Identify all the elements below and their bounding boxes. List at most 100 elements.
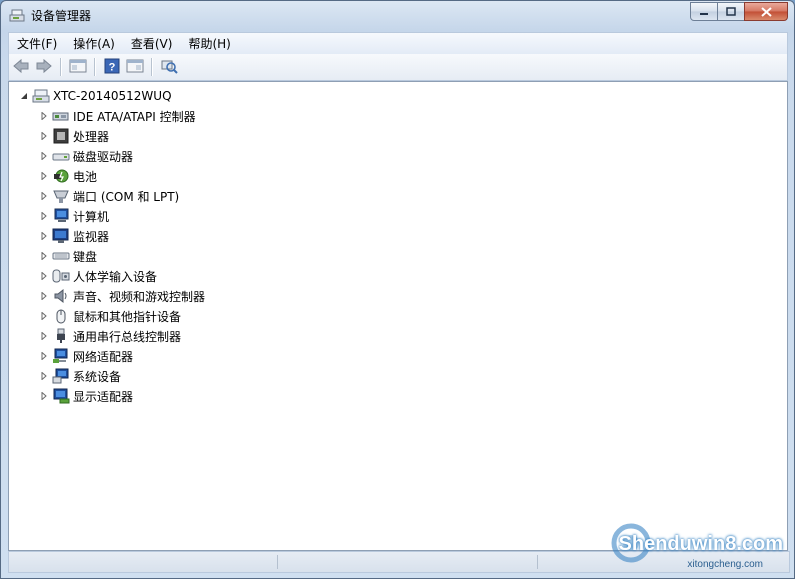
tree-item-display-adapter[interactable]: 显示适配器 — [39, 386, 205, 406]
tree-item-system-device[interactable]: 系统设备 — [39, 366, 205, 386]
mouse-icon — [52, 308, 70, 324]
disk-drive-icon — [52, 148, 70, 164]
menu-bar: 文件(F) 操作(A) 查看(V) 帮助(H) — [8, 32, 788, 54]
tree-item-label: IDE ATA/ATAPI 控制器 — [73, 109, 196, 124]
menu-action[interactable]: 操作(A) — [65, 34, 123, 54]
toolbar-separator — [60, 58, 61, 76]
menu-file[interactable]: 文件(F) — [9, 34, 65, 54]
tree-item-label: 计算机 — [73, 209, 110, 224]
console-tree-icon — [69, 58, 87, 77]
tree-root-label: XTC-20140512WUQ — [53, 89, 172, 103]
toolbar-separator — [151, 58, 152, 76]
expand-arrow-icon[interactable] — [39, 311, 49, 321]
tree-item-label: 键盘 — [73, 249, 98, 264]
processor-icon — [52, 128, 70, 144]
keyboard-icon — [52, 248, 70, 264]
system-device-icon — [52, 368, 70, 384]
menu-view[interactable]: 查看(V) — [123, 34, 181, 54]
monitor-icon — [52, 228, 70, 244]
title-bar[interactable]: 设备管理器 — [1, 1, 794, 31]
help-icon: ? — [104, 58, 120, 77]
tree-item-mouse[interactable]: 鼠标和其他指针设备 — [39, 306, 205, 326]
tree-item-sound[interactable]: 声音、视频和游戏控制器 — [39, 286, 205, 306]
usb-icon — [52, 328, 70, 344]
site-watermark: Shenduwin8.com xitongcheng.com — [597, 509, 787, 575]
properties-icon — [126, 58, 144, 77]
properties-button[interactable] — [124, 57, 146, 77]
back-arrow-icon — [12, 58, 30, 77]
display-adapter-icon — [52, 388, 70, 404]
computer-icon — [52, 208, 70, 224]
tree-item-label: 端口 (COM 和 LPT) — [73, 189, 180, 204]
watermark-text: Shenduwin8.com — [618, 533, 783, 555]
tree-item-keyboard[interactable]: 键盘 — [39, 246, 205, 266]
tree-item-processor[interactable]: 处理器 — [39, 126, 205, 146]
tree-item-label: 电池 — [73, 169, 98, 184]
battery-icon — [52, 168, 70, 184]
sound-icon — [52, 288, 70, 304]
close-button[interactable] — [744, 2, 788, 21]
tree-item-label: 显示适配器 — [73, 389, 134, 404]
device-manager-window: 设备管理器 文件(F) 操作(A) 查看(V) 帮助(H) ? XTC-2014… — [0, 0, 795, 579]
collapse-arrow-icon[interactable] — [19, 91, 29, 101]
computer-root-icon — [32, 88, 50, 104]
tree-item-label: 系统设备 — [73, 369, 122, 384]
help-button[interactable]: ? — [101, 57, 123, 77]
ide-controller-icon — [52, 108, 70, 124]
caption-buttons — [690, 2, 788, 21]
device-category-list: IDE ATA/ATAPI 控制器 处理器 磁盘驱动器 电池 端口 (COM 和… — [39, 106, 205, 406]
tree-item-usb[interactable]: 通用串行总线控制器 — [39, 326, 205, 346]
tree-item-label: 人体学输入设备 — [73, 269, 158, 284]
maximize-button[interactable] — [717, 2, 745, 21]
device-tree-pane[interactable]: XTC-20140512WUQ IDE ATA/ATAPI 控制器 处理器 磁盘… — [8, 81, 788, 551]
tree-item-label: 声音、视频和游戏控制器 — [73, 289, 206, 304]
tree-item-network-adapter[interactable]: 网络适配器 — [39, 346, 205, 366]
expand-arrow-icon[interactable] — [39, 171, 49, 181]
watermark-subtext: xitongcheng.com — [687, 559, 763, 570]
window-title: 设备管理器 — [31, 9, 92, 23]
back-button[interactable] — [10, 57, 32, 77]
tree-item-label: 监视器 — [73, 229, 110, 244]
expand-arrow-icon[interactable] — [39, 331, 49, 341]
expand-arrow-icon[interactable] — [39, 291, 49, 301]
tree-item-computer[interactable]: 计算机 — [39, 206, 205, 226]
tree-item-label: 网络适配器 — [73, 349, 134, 364]
expand-arrow-icon[interactable] — [39, 251, 49, 261]
expand-arrow-icon[interactable] — [39, 351, 49, 361]
expand-arrow-icon[interactable] — [39, 371, 49, 381]
tree-item-port[interactable]: 端口 (COM 和 LPT) — [39, 186, 205, 206]
tree-item-battery[interactable]: 电池 — [39, 166, 205, 186]
scan-hardware-icon — [160, 58, 178, 77]
expand-arrow-icon[interactable] — [39, 271, 49, 281]
tree-root-computer[interactable]: XTC-20140512WUQ — [19, 86, 172, 106]
status-divider — [277, 555, 278, 569]
scan-hardware-button[interactable] — [158, 57, 180, 77]
expand-arrow-icon[interactable] — [39, 391, 49, 401]
toolbar: ? — [8, 54, 788, 81]
tree-item-label: 处理器 — [73, 129, 110, 144]
status-divider — [537, 555, 538, 569]
device-manager-app-icon — [9, 8, 25, 24]
hid-icon — [52, 268, 70, 284]
tree-item-monitor[interactable]: 监视器 — [39, 226, 205, 246]
forward-arrow-icon — [35, 58, 53, 77]
tree-item-ide-controller[interactable]: IDE ATA/ATAPI 控制器 — [39, 106, 205, 126]
minimize-button[interactable] — [690, 2, 718, 21]
tree-item-hid[interactable]: 人体学输入设备 — [39, 266, 205, 286]
tree-item-disk-drive[interactable]: 磁盘驱动器 — [39, 146, 205, 166]
forward-button[interactable] — [33, 57, 55, 77]
expand-arrow-icon[interactable] — [39, 151, 49, 161]
tree-item-label: 鼠标和其他指针设备 — [73, 309, 182, 324]
expand-arrow-icon[interactable] — [39, 191, 49, 201]
tree-item-label: 磁盘驱动器 — [73, 149, 134, 164]
show-hide-console-tree-button[interactable] — [67, 57, 89, 77]
expand-arrow-icon[interactable] — [39, 111, 49, 121]
tree-item-label: 通用串行总线控制器 — [73, 329, 182, 344]
menu-help[interactable]: 帮助(H) — [180, 34, 238, 54]
toolbar-separator — [94, 58, 95, 76]
svg-text:?: ? — [109, 61, 116, 73]
expand-arrow-icon[interactable] — [39, 131, 49, 141]
expand-arrow-icon[interactable] — [39, 211, 49, 221]
network-adapter-icon — [52, 348, 70, 364]
expand-arrow-icon[interactable] — [39, 231, 49, 241]
